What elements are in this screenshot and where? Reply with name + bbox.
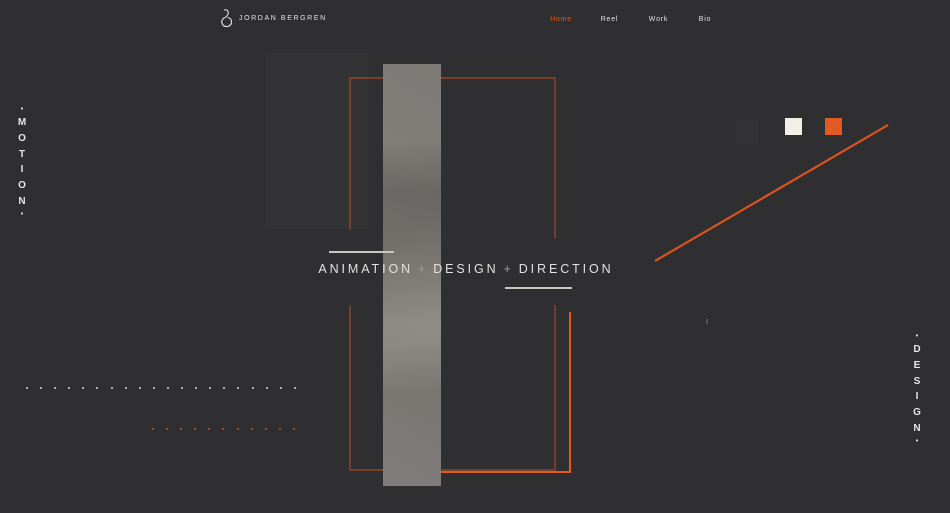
decorative-lines: [349, 77, 889, 473]
frame-bottom: [349, 305, 556, 471]
frame-top: [349, 77, 556, 238]
frame-accent-corner: [441, 312, 571, 473]
headline-design: DESIGN: [433, 262, 499, 276]
plus-separator: +: [503, 262, 514, 276]
headline-rule-top: [329, 251, 394, 253]
dotted-row-light: [26, 387, 308, 389]
dark-swatch: [736, 120, 758, 144]
headline-animation: ANIMATION: [318, 262, 414, 276]
cream-swatch: [785, 118, 802, 135]
plus-separator: +: [418, 262, 429, 276]
diagonal-accent-line: [654, 124, 889, 262]
headline-direction: DIRECTION: [518, 262, 614, 276]
hero-headline: ANIMATION + DESIGN + DIRECTION: [260, 262, 672, 276]
orange-swatch: [825, 118, 842, 135]
dotted-row-orange: [152, 428, 307, 430]
headline-rule-bottom: [505, 287, 572, 289]
